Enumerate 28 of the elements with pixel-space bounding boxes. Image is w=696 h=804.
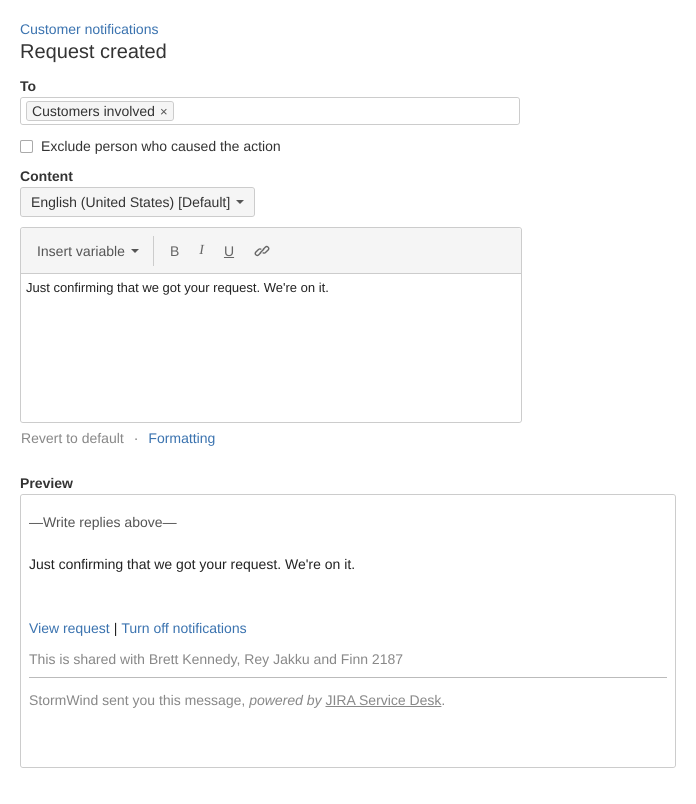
service-desk-link[interactable]: JIRA Service Desk (325, 692, 442, 708)
language-dropdown[interactable]: English (United States) [Default] (20, 187, 256, 217)
footer-note: StormWind sent you this message, powered by JIRA Service Desk. (29, 692, 446, 708)
separator: | (114, 620, 118, 636)
preview-link[interactable]: View request (29, 620, 110, 636)
recipient-field[interactable]: Customers involved × (20, 97, 520, 125)
caret-icon (236, 200, 244, 204)
message-body: Just confirming that we got your request. We're on it. (29, 556, 356, 572)
page-title: Request created (20, 41, 167, 64)
preview-link[interactable]: Turn off notifications (121, 620, 247, 636)
insert-variable-button[interactable]: Insert variable (27, 238, 149, 262)
checkbox-label: Exclude person who caused the action (41, 138, 281, 154)
italic-button[interactable]: I (189, 238, 214, 262)
field-label: To (20, 78, 36, 94)
shared-note: This is shared with Brett Kennedy, Rey Jakku and Finn 2187 (29, 651, 667, 678)
reply-marker: —Write replies above— (29, 514, 177, 530)
separator: · (134, 430, 138, 446)
formatting-link[interactable]: Formatting (148, 430, 216, 446)
breadcrumb-link[interactable]: Customer notifications (20, 21, 159, 37)
field-label: Preview (20, 475, 73, 491)
underline-button[interactable]: U (214, 238, 244, 262)
tag-label: Customers involved (32, 103, 155, 119)
checkbox[interactable] (20, 140, 33, 152)
field-label: Content (20, 168, 73, 184)
revert-link[interactable]: Revert to default (21, 430, 124, 446)
caret-icon (130, 248, 139, 252)
remove-tag-button[interactable]: × (160, 104, 168, 118)
bold-button[interactable]: B (160, 238, 190, 262)
